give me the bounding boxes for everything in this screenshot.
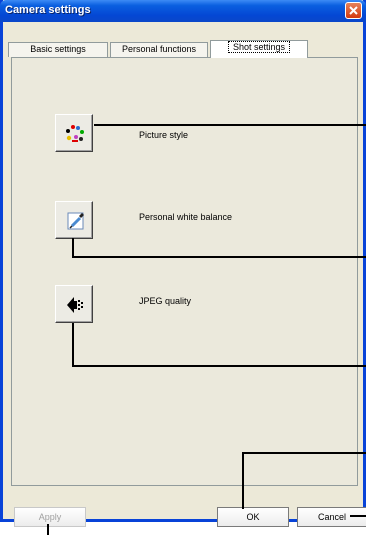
picture-style-button[interactable] [55, 114, 93, 152]
jpeg-quality-icon [67, 297, 83, 313]
title-bar[interactable]: Camera settings [0, 0, 366, 22]
tab-label: Basic settings [30, 44, 86, 54]
picture-style-icon [66, 125, 84, 142]
window-title: Camera settings [5, 4, 91, 16]
cancel-button[interactable]: Cancel [297, 507, 366, 527]
callout-line [242, 452, 366, 454]
jpeg-quality-label: JPEG quality [139, 296, 192, 306]
jpeg-quality-button[interactable] [55, 285, 93, 323]
callout-line [242, 452, 244, 509]
tab-basic-settings[interactable]: Basic settings [8, 42, 108, 57]
close-icon [349, 6, 358, 15]
callout-line [94, 124, 366, 126]
apply-label: Apply [38, 512, 62, 522]
tab-personal-functions[interactable]: Personal functions [110, 42, 208, 57]
callout-line [72, 365, 366, 367]
picture-style-label: Picture style [139, 130, 189, 140]
tab-label: Shot settings [227, 41, 291, 53]
cancel-label: Cancel [317, 512, 346, 522]
callout-line [47, 524, 49, 535]
personal-white-balance-label: Personal white balance [139, 212, 233, 222]
tab-label: Personal functions [121, 44, 197, 54]
callout-line [72, 238, 74, 258]
eyedropper-icon [67, 212, 84, 230]
ok-button[interactable]: OK [217, 507, 289, 527]
callout-line [72, 256, 366, 258]
callout-line [72, 323, 74, 367]
close-button[interactable] [345, 2, 362, 19]
callout-line [350, 515, 366, 517]
camera-settings-dialog: Camera settings Basic settings Personal … [0, 0, 366, 527]
tab-shot-settings[interactable]: Shot settings [210, 40, 308, 58]
apply-button[interactable]: Apply [14, 507, 86, 527]
personal-white-balance-button[interactable] [55, 201, 93, 239]
ok-label: OK [246, 512, 260, 522]
